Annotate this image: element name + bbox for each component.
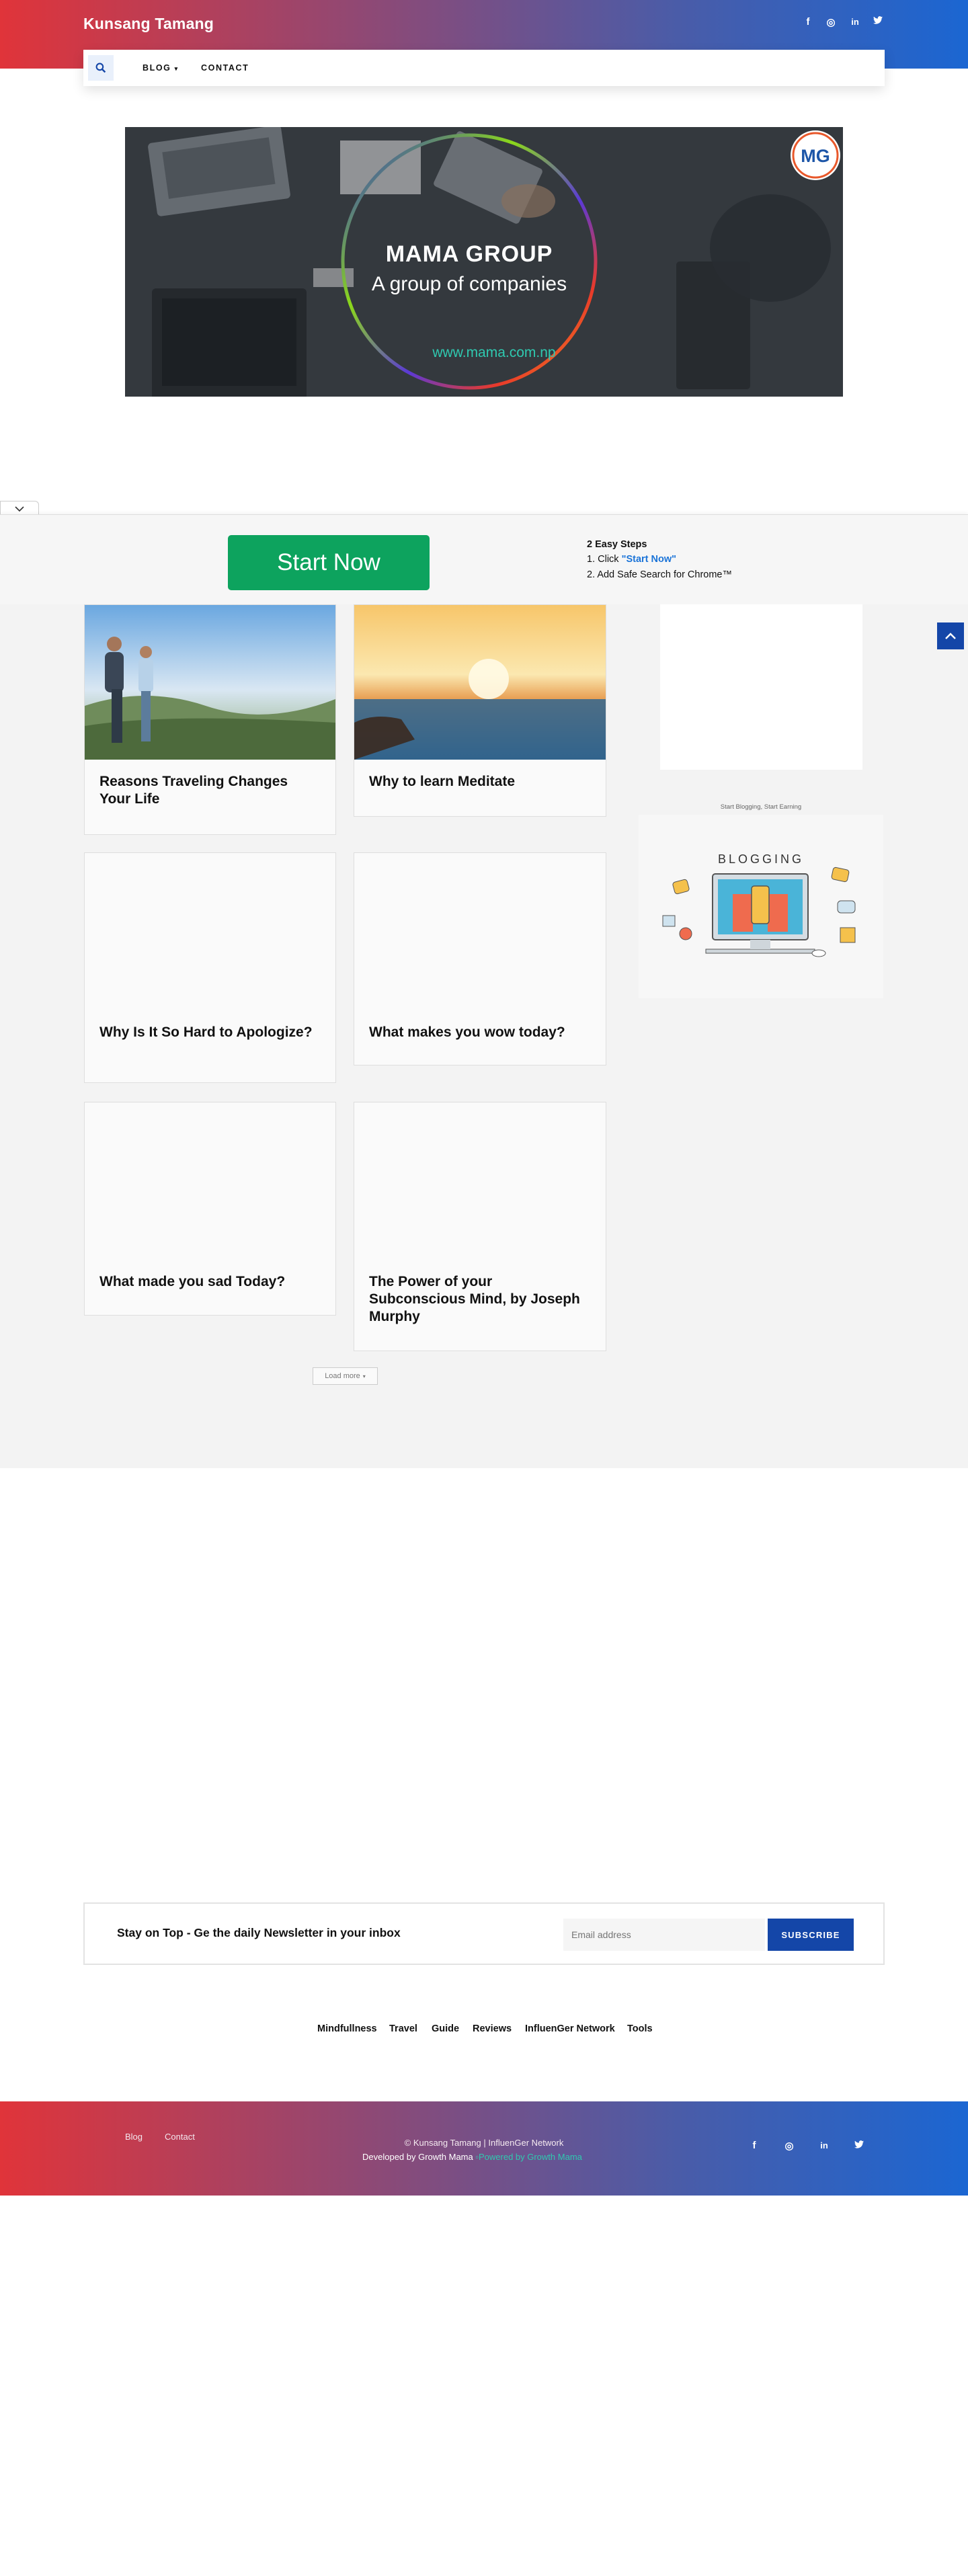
post-title[interactable]: Reasons Traveling Changes Your Life bbox=[99, 773, 321, 808]
nav-blog-label: BLOG bbox=[143, 63, 171, 73]
linkedin-icon[interactable]: in bbox=[848, 17, 862, 27]
footer-cat-reviews[interactable]: Reviews bbox=[473, 2023, 512, 2034]
mama-group-banner[interactable]: MAMA GROUP A group of companies www.mama… bbox=[125, 127, 843, 397]
banner-tagline: A group of companies bbox=[372, 273, 567, 295]
promo-bar bbox=[0, 514, 968, 604]
post-card[interactable]: What makes you wow today? bbox=[354, 852, 606, 1065]
chevron-down-icon: ▾ bbox=[174, 65, 179, 72]
developed-by-text: Developed by Growth Mama bbox=[362, 2152, 473, 2162]
twitter-icon[interactable] bbox=[852, 2140, 866, 2151]
post-title[interactable]: What made you sad Today? bbox=[99, 1273, 321, 1291]
post-title[interactable]: What makes you wow today? bbox=[369, 1024, 591, 1041]
main-nav: BLOG ▾ CONTACT bbox=[83, 50, 885, 86]
steps-title: 2 Easy Steps bbox=[587, 539, 647, 550]
search-icon bbox=[95, 63, 106, 73]
load-more-label: Load more bbox=[325, 1372, 360, 1380]
post-title[interactable]: Why to learn Meditate bbox=[369, 773, 591, 791]
subscribe-button[interactable]: SUBSCRIBE bbox=[768, 1919, 854, 1951]
instagram-icon[interactable]: ◎ bbox=[824, 16, 838, 28]
chevron-down-icon bbox=[15, 506, 24, 512]
footer-link-contact[interactable]: Contact bbox=[165, 2132, 195, 2142]
start-now-button[interactable]: Start Now bbox=[228, 535, 430, 590]
blogging-illustration: BLOGGING bbox=[662, 852, 856, 957]
blogging-word: BLOGGING bbox=[718, 852, 804, 866]
banner-brand: MAMA GROUP bbox=[386, 241, 553, 267]
sidebar-ad-caption: Start Blogging, Start Earning bbox=[720, 803, 802, 811]
linkedin-icon[interactable]: in bbox=[817, 2140, 831, 2150]
step-1-link[interactable]: "Start Now" bbox=[622, 554, 676, 565]
post-thumbnail bbox=[354, 605, 606, 760]
step-1-text: 1. Click bbox=[587, 554, 622, 565]
powered-by-text: Powered by Growth Mama bbox=[478, 2152, 582, 2162]
back-to-top-button[interactable] bbox=[937, 622, 964, 649]
facebook-icon[interactable]: f bbox=[748, 2140, 761, 2151]
step-1: 1. Click "Start Now" bbox=[587, 554, 676, 565]
blogging-ad[interactable]: BLOGGING bbox=[639, 815, 883, 998]
post-title[interactable]: The Power of your Subconscious Mind, by … bbox=[369, 1273, 591, 1326]
site-footer: Blog Contact © Kunsang Tamang | InfluenG… bbox=[0, 2101, 968, 2196]
load-more-button[interactable]: Load more ▾ bbox=[313, 1367, 378, 1385]
post-card[interactable]: What made you sad Today? bbox=[84, 1102, 336, 1316]
twitter-icon[interactable] bbox=[871, 16, 885, 26]
facebook-icon[interactable]: f bbox=[801, 16, 815, 28]
footer-cat-tools[interactable]: Tools bbox=[627, 2023, 653, 2034]
banner-url: www.mama.com.np bbox=[432, 345, 555, 360]
newsletter-text: Stay on Top - Ge the daily Newsletter in… bbox=[117, 1926, 401, 1939]
footer-cat-travel[interactable]: Travel bbox=[389, 2023, 417, 2034]
email-field[interactable] bbox=[563, 1919, 765, 1951]
post-title[interactable]: Why Is It So Hard to Apologize? bbox=[99, 1024, 321, 1041]
post-card[interactable]: Why to learn Meditate bbox=[354, 604, 606, 817]
chevron-down-icon: ▾ bbox=[362, 1373, 366, 1379]
chevron-up-icon bbox=[945, 633, 956, 639]
footer-cat-guide[interactable]: Guide bbox=[432, 2023, 459, 2034]
banner-image: MAMA GROUP A group of companies www.mama… bbox=[125, 127, 843, 397]
post-card[interactable]: Reasons Traveling Changes Your Life bbox=[84, 604, 336, 835]
sidebar-ad-slot bbox=[660, 604, 862, 770]
post-card[interactable]: Why Is It So Hard to Apologize? bbox=[84, 852, 336, 1083]
nav-contact[interactable]: CONTACT bbox=[201, 63, 249, 73]
footer-cat-mindfullness[interactable]: Mindfullness bbox=[317, 2023, 377, 2034]
post-card[interactable]: The Power of your Subconscious Mind, by … bbox=[354, 1102, 606, 1351]
footer-link-blog[interactable]: Blog bbox=[125, 2132, 143, 2142]
footer-developed: Developed by Growth Mama ▫Powered by Gro… bbox=[362, 2152, 582, 2162]
instagram-icon[interactable]: ◎ bbox=[782, 2140, 796, 2152]
footer-copyright: © Kunsang Tamang | InfluenGer Network bbox=[404, 2138, 564, 2148]
footer-cat-influenger-network[interactable]: InfluenGer Network bbox=[525, 2023, 615, 2034]
newsletter-box: Stay on Top - Ge the daily Newsletter in… bbox=[83, 1902, 885, 1965]
nav-blog[interactable]: BLOG ▾ bbox=[143, 63, 179, 73]
step-2: 2. Add Safe Search for Chrome™ bbox=[587, 569, 732, 580]
post-thumbnail bbox=[85, 605, 335, 760]
collapse-toggle[interactable] bbox=[0, 501, 39, 516]
mg-logo: MG bbox=[801, 146, 830, 166]
site-title[interactable]: Kunsang Tamang bbox=[83, 15, 214, 33]
powered-by-link[interactable]: ▫Powered by Growth Mama bbox=[475, 2152, 582, 2162]
search-button[interactable] bbox=[83, 50, 118, 86]
